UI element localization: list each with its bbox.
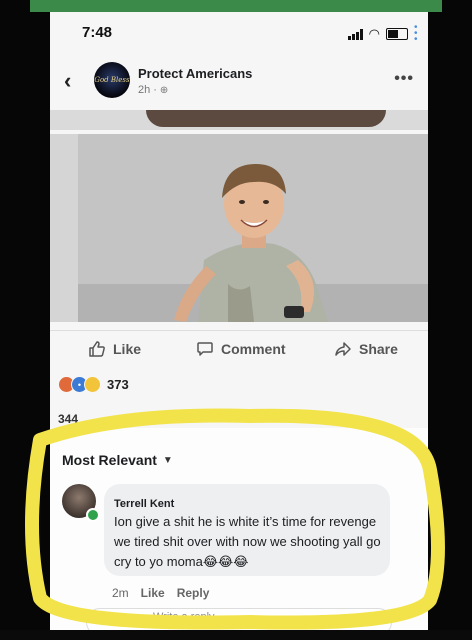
post-header: ‹ God Bless Protect Americans 2h · ⊕ ••• bbox=[50, 62, 428, 112]
globe-icon: ⊕ bbox=[159, 84, 169, 96]
reaction-summary[interactable]: • 373 bbox=[58, 376, 129, 393]
post-actions: Like Comment Share bbox=[50, 340, 428, 360]
share-label: Share bbox=[359, 341, 398, 357]
comment-sort-dropdown[interactable]: Most Relevant ▼ bbox=[62, 452, 173, 468]
post-age[interactable]: 2h bbox=[138, 84, 150, 96]
status-bar: 7:48 ◠ • • • bbox=[50, 12, 428, 56]
comment-time: 2m bbox=[112, 586, 129, 600]
comment-reply-button[interactable]: Reply bbox=[177, 586, 210, 600]
wifi-icon: ◠ bbox=[368, 26, 380, 41]
comments-section: Most Relevant ▼ Terrell Kent Ion give a … bbox=[50, 428, 428, 640]
back-icon[interactable]: ‹ bbox=[64, 68, 71, 94]
sad-reaction-icon bbox=[84, 376, 101, 393]
comment-label: Comment bbox=[221, 341, 286, 357]
like-label: Like bbox=[113, 341, 142, 357]
status-time: 7:48 bbox=[82, 24, 113, 41]
online-status-icon bbox=[86, 508, 100, 522]
sort-label: Most Relevant bbox=[62, 452, 157, 468]
photo-margin bbox=[50, 134, 78, 322]
comment-like-button[interactable]: Like bbox=[141, 586, 165, 600]
signal-icon bbox=[347, 28, 363, 40]
share-icon bbox=[335, 342, 351, 356]
child-photo-illustration bbox=[78, 134, 428, 322]
post-photo[interactable] bbox=[78, 134, 428, 322]
page-name[interactable]: Protect Americans bbox=[138, 66, 252, 81]
page-avatar[interactable]: God Bless bbox=[94, 62, 130, 98]
thumbs-up-icon bbox=[89, 341, 105, 357]
phone-screen: 7:48 ◠ • • • ‹ God Bless Protect Americans… bbox=[50, 12, 428, 640]
reply-placeholder: Write a reply... bbox=[153, 611, 223, 623]
action-divider bbox=[50, 330, 428, 331]
avatar-text: God Bless bbox=[94, 76, 130, 84]
reaction-count: 373 bbox=[107, 377, 129, 392]
commenter-name[interactable]: Terrell Kent bbox=[114, 498, 174, 510]
chevron-down-icon: ▼ bbox=[162, 454, 173, 466]
comment-button[interactable]: Comment bbox=[196, 340, 286, 358]
bottom-edge bbox=[0, 630, 472, 640]
top-strip bbox=[30, 0, 442, 12]
vertical-dots-icon: • • • bbox=[414, 22, 418, 45]
more-options-icon[interactable]: ••• bbox=[394, 70, 414, 88]
comment-actions: 2m Like Reply bbox=[112, 586, 209, 600]
battery-icon bbox=[386, 28, 408, 40]
status-icons: ◠ • • • bbox=[347, 22, 420, 45]
comment-icon bbox=[197, 342, 213, 356]
previous-photo-edge bbox=[50, 110, 428, 130]
comment-bubble: Terrell Kent Ion give a shit he is white… bbox=[104, 484, 390, 576]
comment-text: Ion give a shit he is white it’s time fo… bbox=[114, 514, 381, 569]
like-button[interactable]: Like bbox=[88, 340, 141, 358]
comment-count[interactable]: 344 bbox=[58, 412, 78, 426]
post-meta: 2h · ⊕ bbox=[138, 84, 168, 96]
meta-separator: · bbox=[153, 84, 157, 96]
share-button[interactable]: Share bbox=[334, 340, 398, 358]
